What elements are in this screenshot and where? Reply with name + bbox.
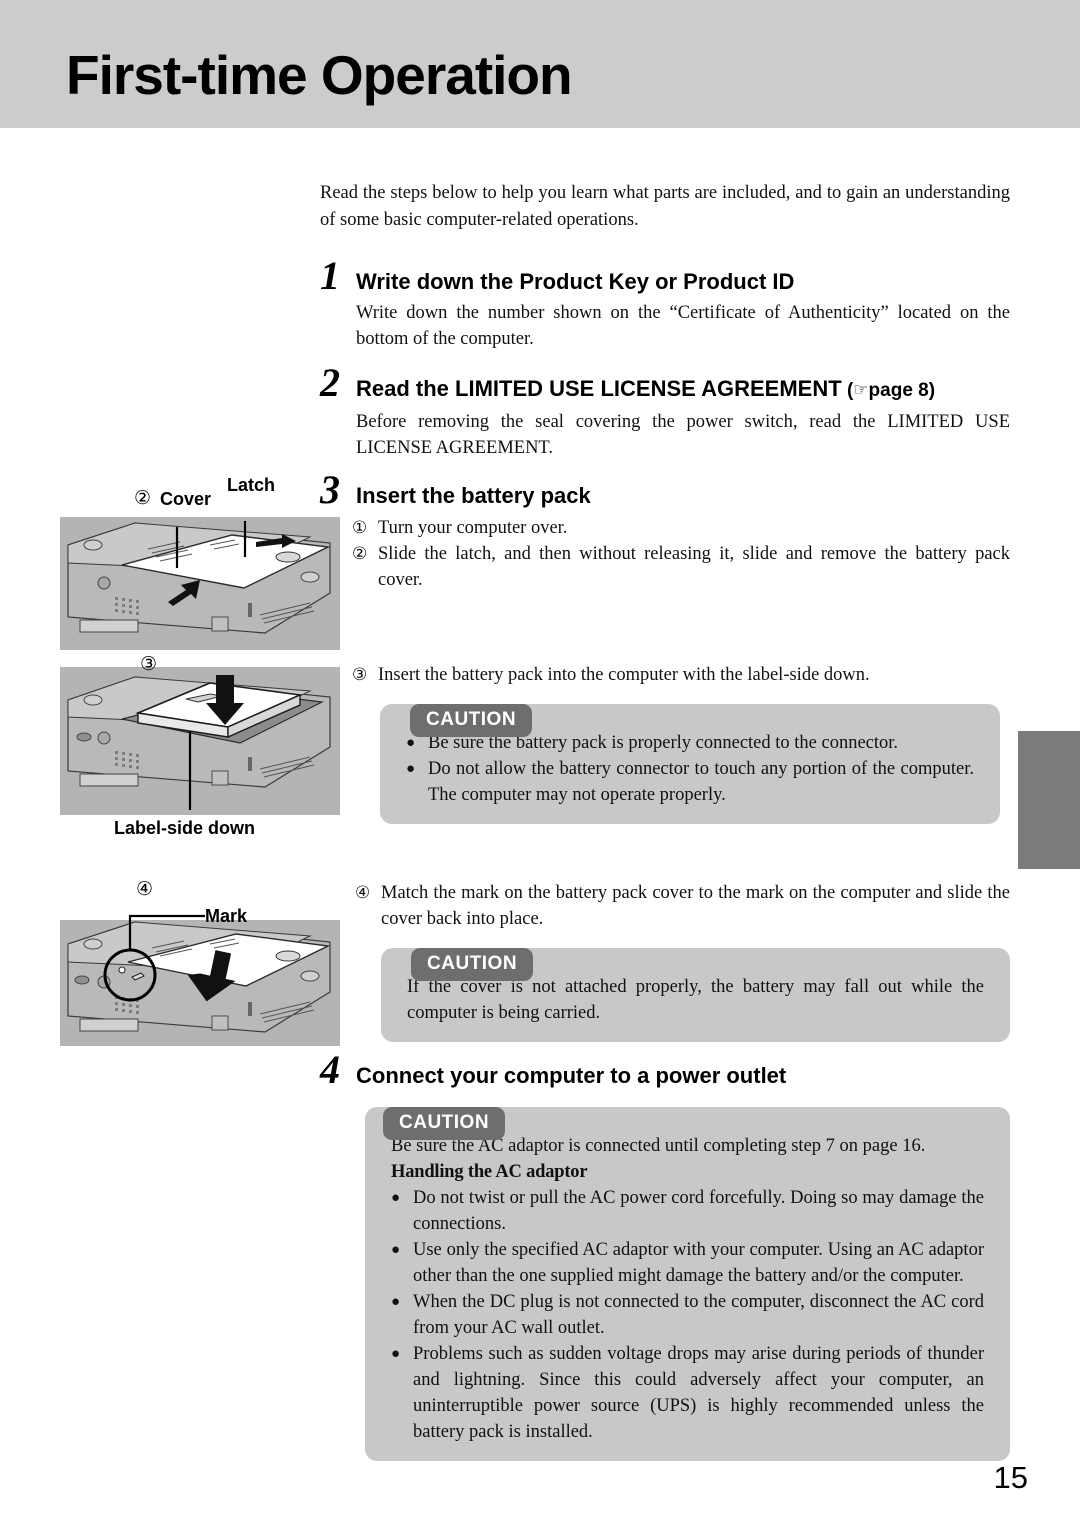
- step-3-title: Insert the battery pack: [356, 483, 591, 508]
- step-3-substeps: ① Turn your computer over. ② Slide the l…: [320, 515, 1010, 593]
- figure-3-circled-number: ④: [136, 878, 154, 900]
- caution-battery-connect: CAUTION ● Be sure the battery pack is pr…: [380, 704, 1000, 824]
- caution-bullet: ● Use only the specified AC adaptor with…: [391, 1237, 984, 1289]
- substep-2: ② Slide the latch, and then without rele…: [352, 541, 1010, 593]
- caution-label: CAUTION: [383, 1107, 506, 1140]
- step-1-body: Write down the number shown on the “Cert…: [356, 303, 1010, 349]
- figure-1-label-latch: Latch: [227, 475, 276, 495]
- caution-label: CAUTION: [411, 948, 534, 981]
- caution-bullet: ● Do not twist or pull the AC power cord…: [391, 1185, 984, 1237]
- substep-1: ① Turn your computer over.: [352, 515, 1010, 541]
- caution-ac-adaptor: CAUTION Be sure the AC adaptor is connec…: [365, 1107, 1010, 1461]
- page-title: First-time Operation: [66, 44, 573, 106]
- step-2-body: Before removing the seal covering the po…: [356, 412, 1010, 458]
- substep-1-text: Turn your computer over.: [378, 518, 568, 538]
- caution-bullet: ● Problems such as sudden voltage drops …: [391, 1341, 984, 1445]
- substep-4-text: Match the mark on the battery pack cover…: [381, 883, 1010, 929]
- caution-cover-attach: CAUTION If the cover is not attached pro…: [381, 948, 1010, 1042]
- bullet-dot-icon: ●: [391, 1242, 401, 1258]
- step-1-title: Write down the Product Key or Product ID: [356, 269, 795, 294]
- circled-number-4: ④: [355, 883, 371, 903]
- bullet-dot-icon: ●: [406, 761, 416, 777]
- step-1: 1 Write down the Product Key or Product …: [320, 253, 1010, 352]
- figure-battery-insert: ③ Label-side down: [60, 653, 340, 850]
- step-3: 3 Insert the battery pack ① Turn your co…: [320, 470, 1010, 593]
- caution-bullet-text: Problems such as sudden voltage drops ma…: [413, 1344, 984, 1442]
- step-2-page-reference[interactable]: (☞page 8): [842, 380, 935, 401]
- caution-label: CAUTION: [410, 704, 533, 737]
- caution-bullet-text: Do not twist or pull the AC power cord f…: [413, 1188, 984, 1234]
- step-4: 4 Connect your computer to a power outle…: [320, 1047, 1010, 1461]
- bullet-dot-icon: ●: [391, 1190, 401, 1206]
- caution-bullet: ● When the DC plug is not connected to t…: [391, 1289, 984, 1341]
- step-2-title: Read the LIMITED USE LICENSE AGREEMENT (…: [356, 374, 935, 406]
- intro-paragraph: Read the steps below to help you learn w…: [320, 183, 1010, 230]
- step-3-part-2: ③ Insert the battery pack into the compu…: [320, 662, 1010, 824]
- circled-number-3: ③: [352, 665, 368, 685]
- substep-3-text: Insert the battery pack into the compute…: [378, 665, 870, 685]
- caution-bullet: ● Do not allow the battery connector to …: [406, 756, 974, 808]
- step-4-heading: 4 Connect your computer to a power outle…: [320, 1047, 1010, 1092]
- figure-cover-latch: ② Cover Latch: [60, 475, 340, 650]
- circled-number-2: ②: [352, 544, 368, 564]
- page-number: 15: [993, 1460, 1028, 1495]
- ac-adaptor-subhead: Handling the AC adaptor: [391, 1162, 588, 1182]
- step-2-title-text: Read the LIMITED USE LICENSE AGREEMENT: [356, 376, 842, 401]
- bullet-dot-icon: ●: [391, 1294, 401, 1310]
- figure-mark-slide-svg: [60, 914, 340, 1046]
- step-2: 2 Read the LIMITED USE LICENSE AGREEMENT…: [320, 360, 1010, 461]
- circled-number-1: ①: [352, 518, 368, 538]
- figure-1-label-cover: Cover: [160, 489, 212, 509]
- figure-mark-slide: ④ Mark: [60, 878, 340, 1046]
- caution-bullet-text: Use only the specified AC adaptor with y…: [413, 1240, 984, 1286]
- figure-2-circled-number: ③: [140, 653, 158, 675]
- step-3-heading: 3 Insert the battery pack: [320, 470, 1010, 511]
- step-2-number: 2: [320, 360, 340, 405]
- ref-page-text: page 8): [868, 380, 936, 401]
- step-1-number: 1: [320, 253, 340, 298]
- chapter-edge-tab: [1018, 731, 1080, 869]
- caution-bullet-text: When the DC plug is not connected to the…: [413, 1292, 984, 1338]
- substep-2-text: Slide the latch, and then without releas…: [378, 544, 1010, 590]
- pointing-hand-icon: ☞: [853, 380, 869, 400]
- step-1-heading: 1 Write down the Product Key or Product …: [320, 253, 1010, 298]
- substep-4: ④ Match the mark on the battery pack cov…: [355, 880, 1010, 932]
- caution-cover-attach-text: If the cover is not attached properly, t…: [407, 977, 984, 1023]
- bullet-dot-icon: ●: [391, 1346, 401, 1362]
- step-4-number: 4: [320, 1047, 340, 1092]
- caution-ac-adaptor-body: Be sure the AC adaptor is connected unti…: [365, 1107, 1010, 1461]
- figure-1-circled-number: ②: [134, 487, 152, 509]
- substep-3: ③ Insert the battery pack into the compu…: [352, 662, 1010, 688]
- step-2-heading: 2 Read the LIMITED USE LICENSE AGREEMENT…: [320, 360, 1010, 406]
- figure-2-label-label-side-down: Label-side down: [114, 818, 256, 838]
- step-4-title: Connect your computer to a power outlet: [356, 1063, 787, 1088]
- step-3-part-3: ④ Match the mark on the battery pack cov…: [355, 880, 1010, 1042]
- caution-bullet-text: Do not allow the battery connector to to…: [428, 759, 974, 805]
- figure-3-label-mark: Mark: [205, 906, 248, 926]
